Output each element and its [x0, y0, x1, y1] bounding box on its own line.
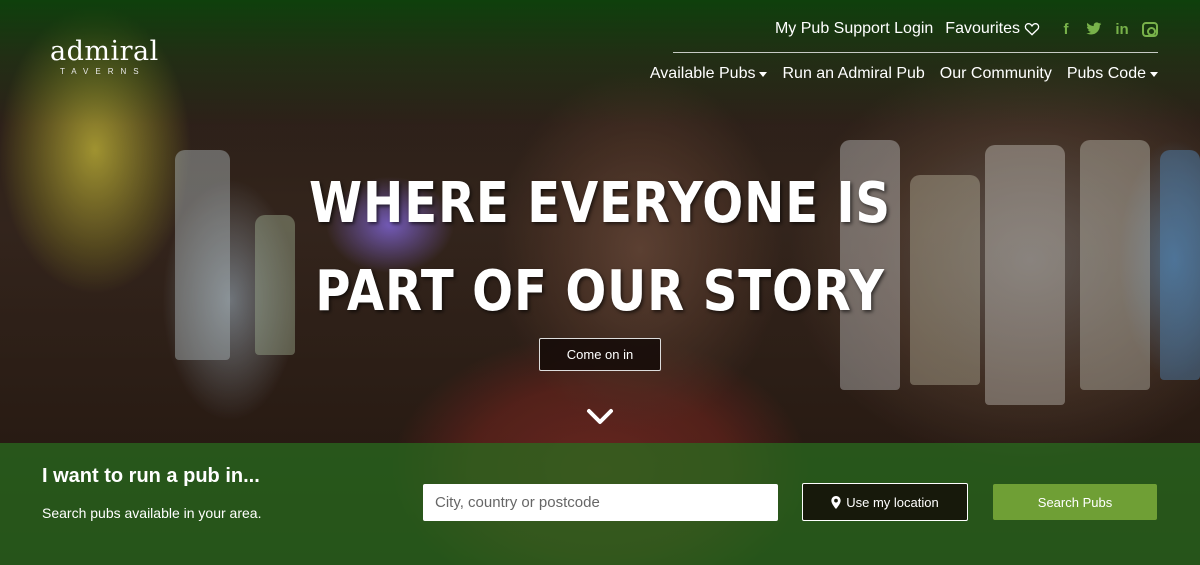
location-search-input[interactable]	[423, 484, 778, 521]
nav-item-label: Available Pubs	[649, 65, 756, 82]
search-pubs-button[interactable]: Search Pubs	[993, 484, 1157, 520]
heart-icon	[1024, 23, 1040, 36]
nav-item-label: Pubs Code	[1066, 65, 1146, 82]
nav-item-run-an-admiral-pub[interactable]: Run an Admiral Pub	[782, 65, 924, 83]
main-navigation: Available Pubs Run an Admiral Pub Our Co…	[650, 62, 1158, 86]
favourites-label: Favourites	[945, 20, 1020, 37]
nav-item-our-community[interactable]: Our Community	[940, 65, 1052, 83]
nav-item-pubs-code[interactable]: Pubs Code	[1067, 65, 1158, 83]
nav-item-available-pubs[interactable]: Available Pubs	[650, 65, 768, 83]
instagram-icon[interactable]	[1142, 21, 1158, 37]
headline-line-2: PART OF OUR STORY	[315, 259, 885, 324]
linkedin-icon[interactable]: in	[1114, 21, 1130, 38]
use-my-location-label: Use my location	[846, 494, 939, 510]
nav-item-label: Our Community	[939, 65, 1052, 82]
scroll-down-chevron-icon[interactable]	[585, 406, 615, 428]
twitter-icon[interactable]	[1086, 22, 1102, 36]
admiral-taverns-logo[interactable]: admiral TAVERNS	[50, 36, 170, 77]
hero-headline: WHERE EVERYONE IS PART OF OUR STORY	[84, 160, 1116, 336]
headline-line-1: WHERE EVERYONE IS	[309, 171, 891, 236]
come-on-in-button[interactable]: Come on in	[539, 338, 661, 371]
caret-down-icon	[759, 71, 768, 77]
caret-down-icon	[1150, 71, 1158, 77]
header-divider	[673, 52, 1158, 53]
social-links: f in	[1058, 21, 1158, 38]
search-heading: I want to run a pub in...	[42, 465, 260, 487]
logo-wordmark: admiral	[50, 36, 159, 67]
search-subheading: Search pubs available in your area.	[42, 505, 262, 521]
support-login-link[interactable]: My Pub Support Login	[775, 20, 933, 38]
facebook-icon[interactable]: f	[1058, 21, 1074, 38]
map-pin-icon	[831, 495, 841, 509]
nav-item-label: Run an Admiral Pub	[782, 65, 925, 82]
utility-bar: My Pub Support Login Favourites f in	[775, 18, 1158, 40]
use-my-location-button[interactable]: Use my location	[802, 483, 968, 521]
logo-tagline: TAVERNS	[60, 67, 146, 76]
favourites-link[interactable]: Favourites	[945, 20, 1040, 38]
